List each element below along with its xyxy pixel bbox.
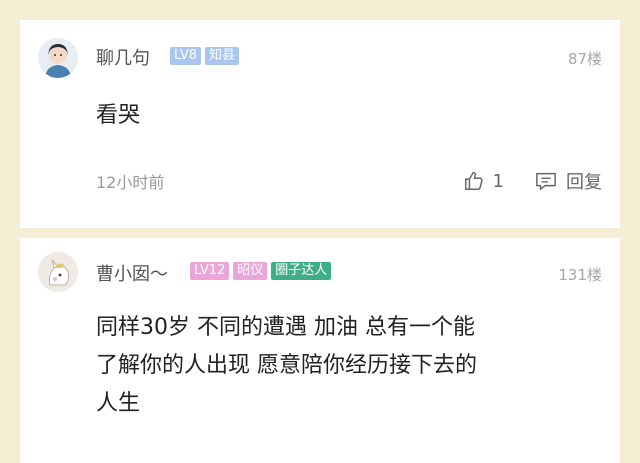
comment-text: 看哭 <box>96 103 141 128</box>
avatar[interactable] <box>38 252 78 292</box>
floor-number: 87楼 <box>567 50 602 68</box>
timestamp: 12小时前 <box>96 173 165 192</box>
comment-meta: 12小时前 1 回复 <box>96 168 602 194</box>
comment-text-line: 了解你的人出现 愿意陪你经历接下去的 <box>96 353 477 378</box>
reply-button[interactable]: 回复 <box>534 168 602 194</box>
reply-label: 回复 <box>566 172 602 193</box>
title-badge: 知县 <box>204 47 239 65</box>
comment-card: 聊几句 LV8 知县 87楼 看哭 12小时前 1 回复 <box>20 20 620 228</box>
username[interactable]: 聊几句 <box>96 44 150 70</box>
girl-avatar-icon <box>38 38 78 78</box>
comment-card: 曹小囡〜 LV12 昭仪 圈子达人 131楼 同样30岁 不同的遭遇 加油 总有… <box>20 238 620 463</box>
unicorn-avatar-icon <box>38 252 78 292</box>
thumbs-up-icon <box>464 171 483 190</box>
avatar[interactable] <box>38 38 78 78</box>
like-button[interactable]: 1 <box>463 170 504 192</box>
comment-icon <box>536 172 556 190</box>
floor-number: 131楼 <box>558 266 602 284</box>
badge-group: LV12 昭仪 圈子达人 <box>190 262 332 280</box>
level-badge: LV8 <box>170 47 201 65</box>
comment-text: 同样30岁 不同的遭遇 加油 总有一个能 了解你的人出现 愿意陪你经历接下去的 … <box>96 309 602 423</box>
username[interactable]: 曹小囡〜 <box>96 260 168 286</box>
level-badge: LV12 <box>190 262 230 280</box>
circle-expert-badge: 圈子达人 <box>271 262 332 280</box>
comment-text-line: 人生 <box>96 391 141 416</box>
like-count: 1 <box>492 170 504 192</box>
title-badge: 昭仪 <box>233 262 268 280</box>
badge-group: LV8 知县 <box>170 47 239 65</box>
comment-text-line: 同样30岁 不同的遭遇 加油 总有一个能 <box>96 315 475 340</box>
